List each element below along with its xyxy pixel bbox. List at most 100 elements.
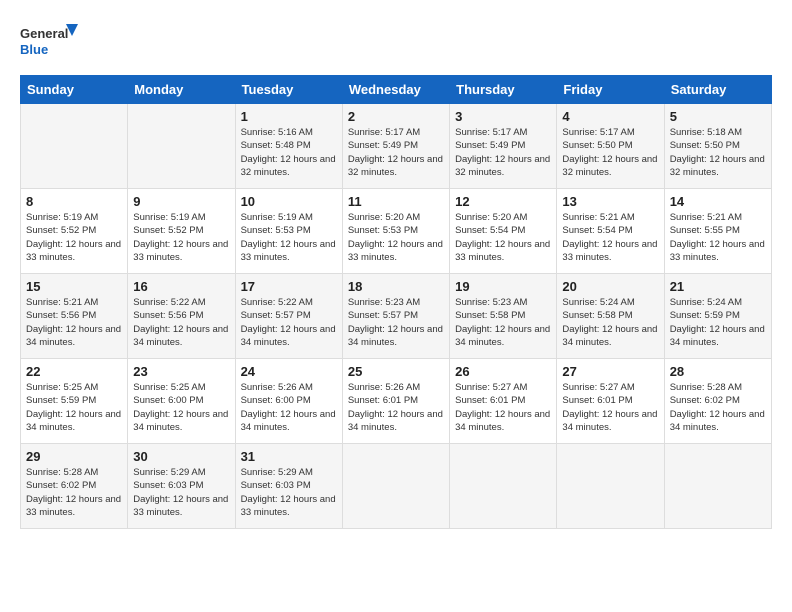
svg-text:General: General bbox=[20, 26, 68, 41]
calendar-cell: 1 Sunrise: 5:16 AMSunset: 5:48 PMDaylight… bbox=[235, 104, 342, 189]
calendar-cell: 10 Sunrise: 5:19 AMSunset: 5:53 PMDayligh… bbox=[235, 189, 342, 274]
day-info: Sunrise: 5:28 AMSunset: 6:02 PMDaylight:… bbox=[26, 466, 122, 519]
calendar-week-row: 1 Sunrise: 5:16 AMSunset: 5:48 PMDaylight… bbox=[21, 104, 772, 189]
calendar-cell: 25 Sunrise: 5:26 AMSunset: 6:01 PMDayligh… bbox=[342, 359, 449, 444]
day-info: Sunrise: 5:26 AMSunset: 6:00 PMDaylight:… bbox=[241, 381, 337, 434]
calendar-cell: 8 Sunrise: 5:19 AMSunset: 5:52 PMDaylight… bbox=[21, 189, 128, 274]
day-info: Sunrise: 5:27 AMSunset: 6:01 PMDaylight:… bbox=[562, 381, 658, 434]
calendar-cell: 27 Sunrise: 5:27 AMSunset: 6:01 PMDayligh… bbox=[557, 359, 664, 444]
calendar-cell: 28 Sunrise: 5:28 AMSunset: 6:02 PMDayligh… bbox=[664, 359, 771, 444]
calendar-cell: 17 Sunrise: 5:22 AMSunset: 5:57 PMDayligh… bbox=[235, 274, 342, 359]
day-info: Sunrise: 5:21 AMSunset: 5:54 PMDaylight:… bbox=[562, 211, 658, 264]
day-info: Sunrise: 5:21 AMSunset: 5:55 PMDaylight:… bbox=[670, 211, 766, 264]
day-number: 17 bbox=[241, 279, 337, 294]
svg-text:Blue: Blue bbox=[20, 42, 48, 57]
day-header-thursday: Thursday bbox=[450, 76, 557, 104]
day-number: 4 bbox=[562, 109, 658, 124]
day-number: 28 bbox=[670, 364, 766, 379]
calendar-cell: 31Sunrise: 5:29 AMSunset: 6:03 PMDayligh… bbox=[235, 444, 342, 529]
calendar-cell: 30Sunrise: 5:29 AMSunset: 6:03 PMDayligh… bbox=[128, 444, 235, 529]
day-info: Sunrise: 5:29 AMSunset: 6:03 PMDaylight:… bbox=[241, 466, 337, 519]
day-info: Sunrise: 5:25 AMSunset: 6:00 PMDaylight:… bbox=[133, 381, 229, 434]
day-number: 10 bbox=[241, 194, 337, 209]
day-info: Sunrise: 5:17 AMSunset: 5:49 PMDaylight:… bbox=[348, 126, 444, 179]
day-info: Sunrise: 5:20 AMSunset: 5:53 PMDaylight:… bbox=[348, 211, 444, 264]
calendar-cell: 9 Sunrise: 5:19 AMSunset: 5:52 PMDaylight… bbox=[128, 189, 235, 274]
day-info: Sunrise: 5:22 AMSunset: 5:56 PMDaylight:… bbox=[133, 296, 229, 349]
day-info: Sunrise: 5:22 AMSunset: 5:57 PMDaylight:… bbox=[241, 296, 337, 349]
day-number: 26 bbox=[455, 364, 551, 379]
day-number: 9 bbox=[133, 194, 229, 209]
day-number: 16 bbox=[133, 279, 229, 294]
day-info: Sunrise: 5:21 AMSunset: 5:56 PMDaylight:… bbox=[26, 296, 122, 349]
calendar-header-row: SundayMondayTuesdayWednesdayThursdayFrid… bbox=[21, 76, 772, 104]
day-info: Sunrise: 5:27 AMSunset: 6:01 PMDaylight:… bbox=[455, 381, 551, 434]
day-info: Sunrise: 5:23 AMSunset: 5:58 PMDaylight:… bbox=[455, 296, 551, 349]
day-info: Sunrise: 5:28 AMSunset: 6:02 PMDaylight:… bbox=[670, 381, 766, 434]
day-info: Sunrise: 5:19 AMSunset: 5:52 PMDaylight:… bbox=[133, 211, 229, 264]
day-info: Sunrise: 5:24 AMSunset: 5:59 PMDaylight:… bbox=[670, 296, 766, 349]
day-info: Sunrise: 5:19 AMSunset: 5:53 PMDaylight:… bbox=[241, 211, 337, 264]
day-number: 1 bbox=[241, 109, 337, 124]
day-number: 25 bbox=[348, 364, 444, 379]
day-number: 13 bbox=[562, 194, 658, 209]
day-number: 11 bbox=[348, 194, 444, 209]
calendar-cell: 12Sunrise: 5:20 AMSunset: 5:54 PMDayligh… bbox=[450, 189, 557, 274]
day-number: 24 bbox=[241, 364, 337, 379]
calendar-cell: 15 Sunrise: 5:21 AMSunset: 5:56 PMDayligh… bbox=[21, 274, 128, 359]
day-header-sunday: Sunday bbox=[21, 76, 128, 104]
calendar-cell bbox=[664, 444, 771, 529]
day-info: Sunrise: 5:16 AMSunset: 5:48 PMDaylight:… bbox=[241, 126, 337, 179]
calendar-cell: 16 Sunrise: 5:22 AMSunset: 5:56 PMDayligh… bbox=[128, 274, 235, 359]
logo: GeneralBlue bbox=[20, 20, 80, 65]
day-number: 27 bbox=[562, 364, 658, 379]
calendar-cell bbox=[342, 444, 449, 529]
day-info: Sunrise: 5:29 AMSunset: 6:03 PMDaylight:… bbox=[133, 466, 229, 519]
logo-svg: GeneralBlue bbox=[20, 20, 80, 65]
day-info: Sunrise: 5:17 AMSunset: 5:49 PMDaylight:… bbox=[455, 126, 551, 179]
day-number: 15 bbox=[26, 279, 122, 294]
day-number: 8 bbox=[26, 194, 122, 209]
day-header-tuesday: Tuesday bbox=[235, 76, 342, 104]
calendar-cell: 4 Sunrise: 5:17 AMSunset: 5:50 PMDaylight… bbox=[557, 104, 664, 189]
day-info: Sunrise: 5:24 AMSunset: 5:58 PMDaylight:… bbox=[562, 296, 658, 349]
day-number: 22 bbox=[26, 364, 122, 379]
day-info: Sunrise: 5:19 AMSunset: 5:52 PMDaylight:… bbox=[26, 211, 122, 264]
calendar-cell: 24 Sunrise: 5:26 AMSunset: 6:00 PMDayligh… bbox=[235, 359, 342, 444]
calendar-cell bbox=[557, 444, 664, 529]
day-header-wednesday: Wednesday bbox=[342, 76, 449, 104]
calendar-cell: 22Sunrise: 5:25 AMSunset: 5:59 PMDayligh… bbox=[21, 359, 128, 444]
calendar-table: SundayMondayTuesdayWednesdayThursdayFrid… bbox=[20, 75, 772, 529]
calendar-cell: 18 Sunrise: 5:23 AMSunset: 5:57 PMDayligh… bbox=[342, 274, 449, 359]
day-number: 18 bbox=[348, 279, 444, 294]
day-info: Sunrise: 5:17 AMSunset: 5:50 PMDaylight:… bbox=[562, 126, 658, 179]
calendar-cell: 2 Sunrise: 5:17 AMSunset: 5:49 PMDaylight… bbox=[342, 104, 449, 189]
calendar-week-row: 29 Sunrise: 5:28 AMSunset: 6:02 PMDayligh… bbox=[21, 444, 772, 529]
calendar-week-row: 8 Sunrise: 5:19 AMSunset: 5:52 PMDaylight… bbox=[21, 189, 772, 274]
calendar-cell: 20 Sunrise: 5:24 AMSunset: 5:58 PMDayligh… bbox=[557, 274, 664, 359]
calendar-cell: 23Sunrise: 5:25 AMSunset: 6:00 PMDayligh… bbox=[128, 359, 235, 444]
calendar-cell: 21 Sunrise: 5:24 AMSunset: 5:59 PMDayligh… bbox=[664, 274, 771, 359]
calendar-week-row: 22Sunrise: 5:25 AMSunset: 5:59 PMDayligh… bbox=[21, 359, 772, 444]
day-number: 29 bbox=[26, 449, 122, 464]
calendar-cell bbox=[450, 444, 557, 529]
day-number: 21 bbox=[670, 279, 766, 294]
page-header: GeneralBlue bbox=[20, 20, 772, 65]
calendar-cell bbox=[21, 104, 128, 189]
day-info: Sunrise: 5:26 AMSunset: 6:01 PMDaylight:… bbox=[348, 381, 444, 434]
day-header-saturday: Saturday bbox=[664, 76, 771, 104]
day-number: 5 bbox=[670, 109, 766, 124]
day-number: 2 bbox=[348, 109, 444, 124]
calendar-cell bbox=[128, 104, 235, 189]
day-header-monday: Monday bbox=[128, 76, 235, 104]
day-info: Sunrise: 5:18 AMSunset: 5:50 PMDaylight:… bbox=[670, 126, 766, 179]
day-number: 14 bbox=[670, 194, 766, 209]
calendar-cell: 11 Sunrise: 5:20 AMSunset: 5:53 PMDayligh… bbox=[342, 189, 449, 274]
day-info: Sunrise: 5:23 AMSunset: 5:57 PMDaylight:… bbox=[348, 296, 444, 349]
day-number: 19 bbox=[455, 279, 551, 294]
calendar-cell: 5 Sunrise: 5:18 AMSunset: 5:50 PMDaylight… bbox=[664, 104, 771, 189]
day-header-friday: Friday bbox=[557, 76, 664, 104]
calendar-cell: 29 Sunrise: 5:28 AMSunset: 6:02 PMDayligh… bbox=[21, 444, 128, 529]
day-info: Sunrise: 5:20 AMSunset: 5:54 PMDaylight:… bbox=[455, 211, 551, 264]
day-number: 20 bbox=[562, 279, 658, 294]
